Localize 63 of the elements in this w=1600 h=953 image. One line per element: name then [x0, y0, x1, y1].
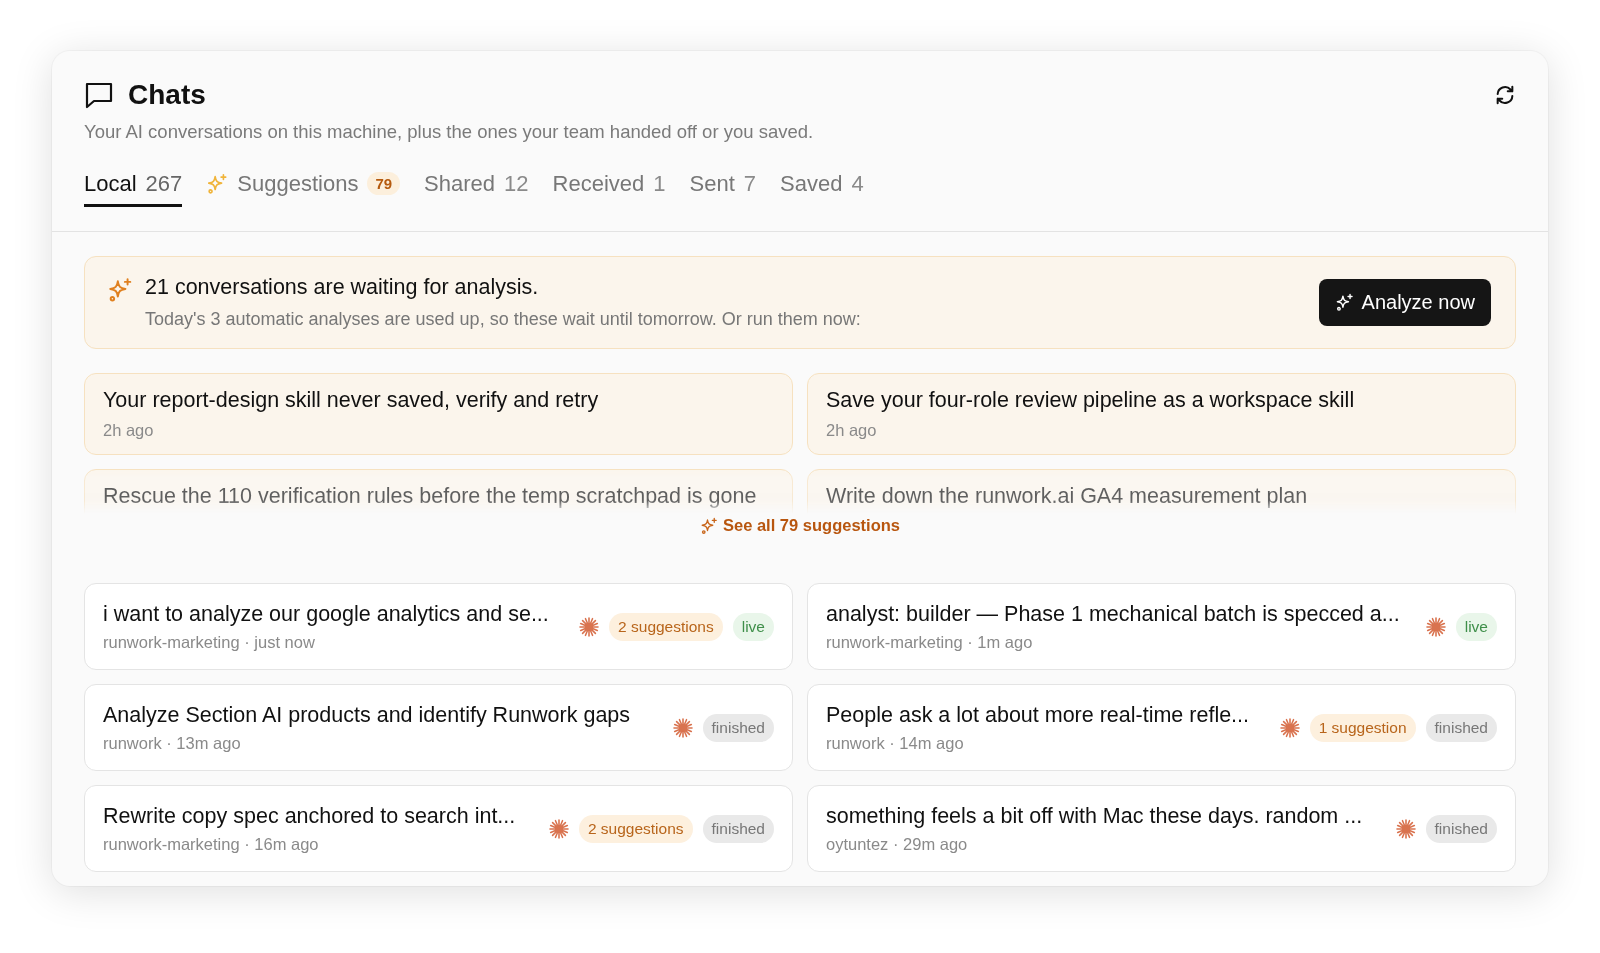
chat-title: People ask a lot about more real-time refle...	[826, 702, 1251, 728]
suggestion-time: 2h ago	[826, 421, 878, 440]
asterisk-icon	[548, 818, 569, 839]
tab[interactable]: Saved 4	[780, 161, 864, 207]
status-label: live	[1455, 612, 1497, 641]
chat-meta: oytuntez · 29m ago	[826, 834, 969, 854]
sparkle-icon	[206, 172, 229, 195]
chat-title: i want to analyze our google analytics and se...	[103, 601, 550, 627]
status-label: finished	[1425, 713, 1497, 742]
suggestion-card[interactable]: Write down the runwork.ai GA4 measurement plan	[807, 469, 1516, 514]
status-label: finished	[702, 713, 774, 742]
chat-meta: runwork-marketing · just now	[103, 632, 316, 652]
suggestion-title: Save your four-role review pipeline as a workspace skill	[826, 388, 1356, 413]
suggestion-card[interactable]: Save your four-role review pipeline as a workspace skill 2h ago	[807, 373, 1516, 455]
chat-card[interactable]: Rewrite copy spec anchored to search int... runwork-marketing · 16m ago 2 suggestions finished	[84, 785, 793, 872]
asterisk-icon	[579, 616, 600, 637]
suggestion-count: 2 suggestions	[609, 612, 723, 641]
analyze-now-button[interactable]: Analyze now	[1318, 279, 1491, 326]
suggestion-title: Write down the runwork.ai GA4 measurement plan	[826, 484, 1309, 509]
chat-card[interactable]: Analyze Section AI products and identify Runwork gaps runwork · 13m ago finished	[84, 684, 793, 771]
chat-card[interactable]: i want to analyze our google analytics and se... runwork-marketing · just now 2 suggestions live	[84, 583, 793, 670]
chat-meta: runwork-marketing · 1m ago	[826, 632, 1034, 652]
chat-title: analyst: builder — Phase 1 mechanical batch is specced a...	[826, 601, 1401, 627]
suggestion-count: 2 suggestions	[578, 814, 693, 843]
chat-meta: runwork · 14m ago	[826, 733, 965, 753]
banner-text: Today's 3 automatic analyses are used up, so these wait until tomorrow. Or run them now:	[145, 309, 862, 330]
asterisk-icon	[1425, 616, 1446, 637]
chat-title: Rewrite copy spec anchored to search int...	[103, 803, 517, 829]
count-badge: 79	[367, 172, 401, 195]
chat-meta: runwork · 13m ago	[103, 733, 242, 753]
refresh-button[interactable]	[1494, 84, 1516, 106]
sparkle-icon	[107, 277, 133, 303]
tab[interactable]: Shared 12	[424, 161, 529, 207]
sparkle-icon	[1334, 293, 1354, 312]
refresh-icon	[1494, 84, 1516, 106]
banner-title: 21 conversations are waiting for analysis.	[145, 275, 540, 300]
chat-title: Analyze Section AI products and identify Runwork gaps	[103, 702, 632, 728]
page-subtitle: Your AI conversations on this machine, plus the ones your team handed off or you saved.	[84, 121, 815, 143]
asterisk-icon	[1395, 818, 1416, 839]
see-all-link[interactable]: See all 79 suggestions	[700, 516, 900, 535]
chat-card[interactable]: analyst: builder — Phase 1 mechanical batch is specced a... runwork-marketing · 1m ago live	[807, 583, 1516, 670]
page-title: Chats	[128, 79, 207, 111]
tab[interactable]: Received 1	[552, 161, 666, 207]
chat-title: something feels a bit off with Mac these days. random ...	[826, 803, 1364, 829]
status-label: finished	[702, 814, 774, 843]
tab[interactable]: Suggestions 79	[206, 161, 401, 207]
tab[interactable]: Local 267	[84, 161, 183, 207]
sparkle-icon	[700, 516, 718, 535]
asterisk-icon	[672, 717, 693, 738]
status-label: live	[732, 612, 774, 641]
suggestion-title: Your report-design skill never saved, verify and retry	[103, 388, 600, 413]
suggestion-card[interactable]: Rescue the 110 verification rules before the temp scratchpad is gone	[84, 469, 793, 514]
tab[interactable]: Sent 7	[689, 161, 756, 207]
chat-card[interactable]: People ask a lot about more real-time refle... runwork · 14m ago 1 suggestion finished	[807, 684, 1516, 771]
suggestion-count: 1 suggestion	[1309, 713, 1416, 742]
chat-bubble-icon	[84, 81, 114, 109]
suggestion-time: 2h ago	[103, 421, 155, 440]
asterisk-icon	[1279, 717, 1300, 738]
status-label: finished	[1425, 814, 1497, 843]
suggestion-card[interactable]: Your report-design skill never saved, verify and retry 2h ago	[84, 373, 793, 455]
chat-card[interactable]: something feels a bit off with Mac these days. random ... oytuntez · 29m ago finished	[807, 785, 1516, 872]
chat-meta: runwork-marketing · 16m ago	[103, 834, 320, 854]
suggestion-title: Rescue the 110 verification rules before the temp scratchpad is gone	[103, 484, 758, 509]
